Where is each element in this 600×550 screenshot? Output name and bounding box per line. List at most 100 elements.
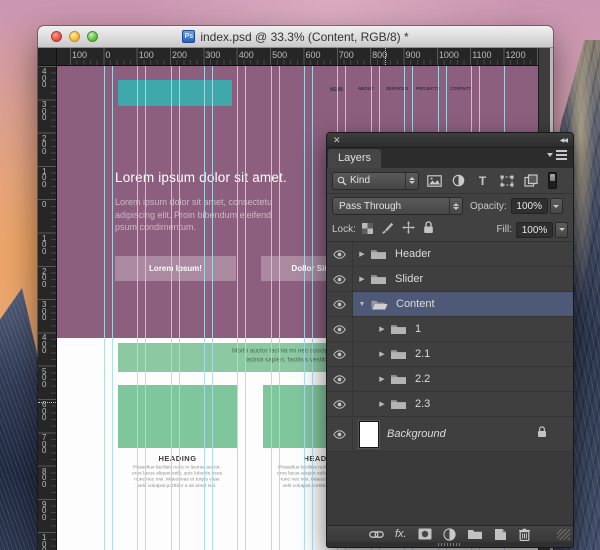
link-layers-icon[interactable] [369, 530, 384, 539]
expand-arrow-icon[interactable]: ▶ [357, 250, 367, 258]
layer-row-body[interactable]: ▶1 [353, 317, 573, 341]
type-filter-icon[interactable]: T [474, 173, 491, 189]
add-layer-mask-icon[interactable] [418, 528, 432, 540]
layer-row-background[interactable]: Background [327, 417, 573, 452]
guide-line[interactable] [237, 66, 238, 550]
visibility-toggle[interactable] [327, 392, 353, 416]
panel-resize-grip[interactable] [557, 529, 570, 540]
new-group-icon[interactable] [467, 528, 483, 540]
ruler-v-label: 7 0 0 [42, 435, 46, 455]
dropdown-arrows-icon [405, 173, 418, 189]
panel-bottom-grip[interactable] [327, 542, 573, 547]
layer-row-body[interactable]: ▶ Slider [353, 267, 573, 291]
horizontal-ruler[interactable]: 1000100200300400500600700800900100011001… [57, 48, 538, 66]
guide-line[interactable] [271, 66, 272, 550]
psd-file-icon: Ps [182, 30, 195, 43]
guide-line[interactable] [137, 66, 138, 550]
panel-drag-bar[interactable]: ✕ ◀◀ [327, 133, 573, 148]
guide-line[interactable] [171, 66, 172, 550]
visibility-toggle[interactable] [327, 242, 353, 266]
folder-icon [390, 373, 407, 385]
layer-row-2-1[interactable]: ▶2.1 [327, 342, 573, 367]
ruler-h-label: 700 [339, 50, 354, 60]
vertical-ruler[interactable]: 4 0 03 0 02 0 01 0 001 0 02 0 03 0 04 0 … [38, 66, 57, 550]
layer-name: Content [396, 298, 435, 310]
filter-toggle-switch[interactable] [548, 172, 557, 189]
lock-paint-icon[interactable] [381, 221, 394, 239]
guide-line[interactable] [312, 66, 313, 550]
guide-line[interactable] [145, 66, 146, 550]
guide-line[interactable] [112, 66, 113, 550]
expand-arrow-icon[interactable]: ▶ [377, 350, 387, 358]
close-button[interactable] [51, 31, 62, 42]
adjustment-filter-icon[interactable] [450, 173, 467, 189]
visibility-toggle[interactable] [327, 367, 353, 391]
guide-line[interactable] [245, 66, 246, 550]
layer-row-slider[interactable]: ▶ Slider [327, 267, 573, 292]
ruler-h-label: 1000 [439, 50, 459, 60]
ruler-origin-corner[interactable] [38, 48, 57, 66]
visibility-toggle[interactable] [327, 417, 353, 451]
expand-arrow-icon[interactable]: ▶ [377, 400, 387, 408]
layers-panel[interactable]: ✕ ◀◀ Layers Kind [326, 132, 574, 548]
lock-move-icon[interactable] [402, 221, 415, 239]
new-adjustment-layer-icon[interactable] [443, 528, 456, 541]
layer-row-header[interactable]: ▶ Header [327, 242, 573, 267]
kind-filter-dropdown[interactable]: Kind [332, 172, 419, 190]
panel-close-icon[interactable]: ✕ [333, 135, 341, 145]
layer-name: Slider [395, 273, 423, 285]
open-folder-icon [370, 298, 388, 310]
expand-arrow-icon[interactable]: ▶ [357, 275, 367, 283]
expand-arrow-icon[interactable]: ▶ [377, 325, 387, 333]
delete-layer-icon[interactable] [518, 528, 531, 541]
expand-arrow-icon[interactable]: ▶ [377, 375, 387, 383]
lock-all-icon[interactable] [423, 221, 434, 239]
visibility-toggle[interactable] [327, 267, 353, 291]
lock-row: Lock: Fill: 100% [327, 218, 573, 242]
collapse-arrow-icon[interactable]: ▼ [357, 301, 367, 308]
opacity-dropdown-arrow[interactable] [550, 198, 563, 214]
new-layer-icon[interactable] [494, 528, 507, 541]
pixel-filter-icon[interactable] [426, 173, 443, 189]
lock-transparency-icon[interactable] [362, 221, 373, 239]
visibility-toggle[interactable] [327, 342, 353, 366]
design-hero-paragraph: Lorem ipsum dolor sit amet, consectetu a… [115, 196, 272, 234]
guide-line[interactable] [279, 66, 280, 550]
fill-dropdown-arrow[interactable] [555, 222, 568, 238]
guide-line[interactable] [104, 66, 105, 550]
shape-filter-icon[interactable] [498, 173, 515, 189]
panel-menu-icon[interactable] [547, 153, 567, 157]
panel-collapse-icon[interactable]: ◀◀ [560, 137, 567, 144]
opacity-label: Opacity: [470, 201, 507, 212]
guide-line[interactable] [204, 66, 205, 550]
layer-row-body[interactable]: ▶ Header [353, 242, 573, 266]
layer-row-2-3[interactable]: ▶2.3 [327, 392, 573, 417]
layer-row-2-2[interactable]: ▶2.2 [327, 367, 573, 392]
smart-object-filter-icon[interactable] [522, 173, 539, 189]
guide-line[interactable] [212, 66, 213, 550]
design-card-heading-1: HEADING [118, 454, 237, 463]
window-titlebar[interactable]: Ps index.psd @ 33.3% (Content, RGB/8) * [38, 26, 553, 48]
fill-value-field[interactable]: 100% [516, 222, 553, 238]
layer-row-body[interactable]: ▶2.1 [353, 342, 573, 366]
ruler-v-label: 3 0 0 [42, 102, 46, 122]
layer-row-1[interactable]: ▶1 [327, 317, 573, 342]
folder-icon [390, 348, 407, 360]
guide-line[interactable] [304, 66, 305, 550]
minimize-button[interactable] [69, 31, 80, 42]
visibility-toggle[interactable] [327, 292, 353, 316]
opacity-value-field[interactable]: 100% [511, 198, 548, 214]
layer-row-body[interactable]: ▶2.2 [353, 367, 573, 391]
guide-line[interactable] [179, 66, 180, 550]
layer-row-body[interactable]: ▼ Content [353, 292, 573, 316]
zoom-button[interactable] [87, 31, 98, 42]
layer-name: Header [395, 248, 431, 260]
layer-row-body[interactable]: ▶2.3 [353, 392, 573, 416]
blend-mode-dropdown[interactable]: Pass Through [332, 197, 463, 215]
layer-styles-icon[interactable]: fx. [395, 529, 407, 540]
tab-layers[interactable]: Layers [328, 149, 381, 168]
traffic-lights [51, 31, 98, 42]
layer-row-body[interactable]: Background [353, 417, 573, 451]
visibility-toggle[interactable] [327, 317, 353, 341]
layer-row-content[interactable]: ▼ Content [327, 292, 573, 317]
